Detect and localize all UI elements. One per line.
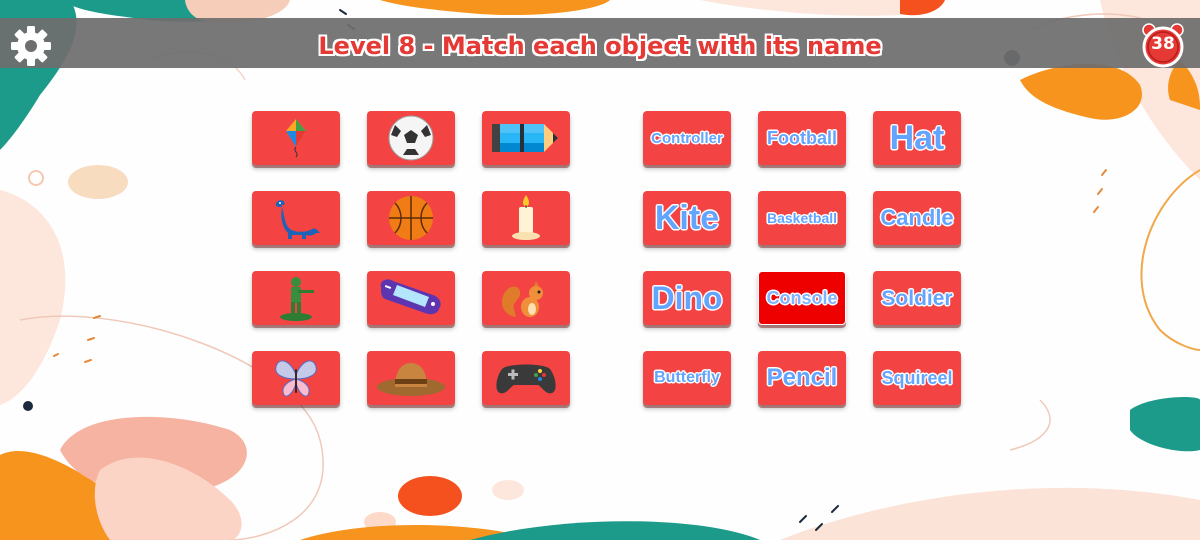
picture-tile-dinosaur[interactable] — [252, 191, 340, 245]
picture-tile-pencil[interactable] — [482, 111, 570, 165]
picture-tile-butterfly[interactable] — [252, 351, 340, 405]
word-tile-hat[interactable]: Hat — [873, 111, 961, 165]
word-tile-soldier[interactable]: Soldier — [873, 271, 961, 325]
kite-icon — [286, 119, 306, 158]
word-tile-console[interactable]: Console — [758, 271, 846, 325]
level-title: Level 8 - Match each object with its nam… — [318, 32, 882, 60]
basketball-icon — [389, 196, 433, 240]
candle-icon — [512, 195, 540, 240]
word-tile-pencil[interactable]: Pencil — [758, 351, 846, 405]
picture-tile-basketball[interactable] — [367, 191, 455, 245]
dinosaur-icon — [275, 200, 320, 239]
toy-soldier-icon — [280, 277, 314, 321]
word-tile-dino[interactable]: Dino — [643, 271, 731, 325]
squirrel-icon — [501, 281, 543, 317]
hat-icon — [377, 363, 445, 396]
settings-gear-icon[interactable] — [8, 23, 54, 69]
picture-tile-candle[interactable] — [482, 191, 570, 245]
word-tile-kite[interactable]: Kite — [643, 191, 731, 245]
soccer-ball-icon — [388, 115, 434, 161]
picture-tile-soccer-ball[interactable] — [367, 111, 455, 165]
word-tile-controller[interactable]: Controller — [643, 111, 731, 165]
picture-tile-hat[interactable] — [367, 351, 455, 405]
picture-tile-handheld-console[interactable] — [367, 271, 455, 325]
game-controller-icon — [496, 364, 556, 394]
word-tile-basketball[interactable]: Basketball — [758, 191, 846, 245]
handheld-console-icon — [380, 279, 441, 315]
word-tile-football[interactable]: Football — [758, 111, 846, 165]
pencil-icon — [492, 124, 558, 152]
picture-tile-squirrel[interactable] — [482, 271, 570, 325]
picture-tile-toy-soldier[interactable] — [252, 271, 340, 325]
word-tile-candle[interactable]: Candle — [873, 191, 961, 245]
word-tile-squireel[interactable]: Squireel — [873, 351, 961, 405]
picture-tile-kite[interactable] — [252, 111, 340, 165]
picture-tile-game-controller[interactable] — [482, 351, 570, 405]
word-tile-butterfly[interactable]: Butterfly — [643, 351, 731, 405]
background-decoration — [0, 0, 1200, 540]
butterfly-icon — [275, 360, 317, 397]
timer-value: 38 — [1151, 34, 1175, 54]
